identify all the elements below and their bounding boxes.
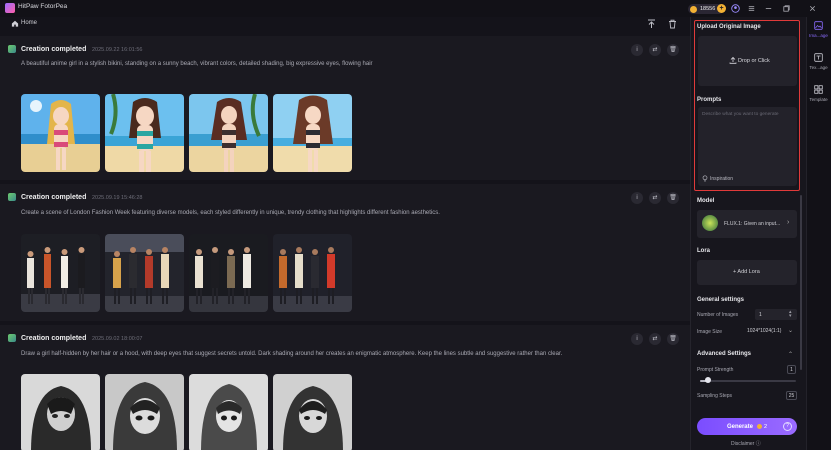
- creation-status: Creation completed: [21, 46, 87, 53]
- home-icon[interactable]: [11, 20, 19, 27]
- upload-icon: [729, 56, 737, 66]
- prompt-textarea[interactable]: [698, 107, 797, 186]
- app-logo-icon: [5, 3, 15, 13]
- user-account-icon[interactable]: [731, 4, 740, 13]
- delete-icon[interactable]: 🗑: [667, 192, 679, 204]
- panel-scrollbar[interactable]: [800, 195, 802, 370]
- breadcrumb: [0, 17, 690, 33]
- general-settings-title: General settings: [697, 297, 745, 303]
- generate-cost: 2: [763, 423, 768, 430]
- result-image[interactable]: [21, 234, 100, 312]
- bulb-icon: [702, 175, 708, 184]
- prompt-placeholder: Describe what you want to generate: [702, 112, 779, 117]
- info-icon[interactable]: ?: [783, 422, 792, 431]
- delete-icon[interactable]: 🗑: [667, 44, 679, 56]
- creation-prompt: Create a scene of London Fashion Week fe…: [21, 210, 440, 216]
- prompt-strength-value[interactable]: 1: [787, 365, 796, 374]
- rail-item-template[interactable]: Template: [806, 85, 831, 102]
- result-image[interactable]: [273, 94, 352, 172]
- text-icon: [806, 53, 831, 64]
- num-images-value: 1: [759, 312, 762, 318]
- regenerate-icon[interactable]: ⇄: [649, 333, 661, 345]
- creation-feed[interactable]: Creation completed 2025.09.22 16:01:56 A…: [0, 33, 690, 450]
- sampling-steps-label: Sampling Steps: [697, 393, 733, 399]
- slider-handle[interactable]: [704, 377, 711, 383]
- image-size-label: Image Size: [697, 329, 723, 335]
- model-title: Model: [697, 198, 715, 204]
- tool-rail: [806, 17, 831, 450]
- regenerate-icon[interactable]: ⇄: [649, 44, 661, 56]
- delete-icon[interactable]: 🗑: [667, 333, 679, 345]
- image-size-select[interactable]: 1024*1024(1:1): [747, 328, 781, 334]
- creation-entry: Creation completed 2025.09.19 15:46:28 C…: [0, 184, 690, 321]
- result-image[interactable]: [21, 94, 100, 172]
- result-image[interactable]: [273, 374, 352, 450]
- lora-title: Lora: [697, 248, 711, 254]
- coin-count: 18556: [700, 6, 716, 12]
- coin-icon: [690, 5, 697, 13]
- menu-icon[interactable]: [747, 4, 756, 13]
- rail-item-text-to-image[interactable]: Tex...age: [806, 53, 831, 70]
- num-images-label: Number of Images: [697, 312, 739, 318]
- delete-all-icon[interactable]: [668, 19, 677, 31]
- app-title: HitPaw FotorPea: [18, 3, 68, 10]
- result-image[interactable]: [273, 234, 352, 312]
- template-icon: [806, 85, 831, 96]
- upload-title: Upload Original Image: [697, 24, 761, 30]
- creation-entry: Creation completed 2025.09.02 18:00:07 D…: [0, 325, 690, 450]
- restore-icon[interactable]: [782, 4, 791, 13]
- inspiration-button[interactable]: Inspiration: [710, 176, 733, 182]
- stepper-arrows-icon[interactable]: ▴ ▾: [789, 310, 792, 319]
- generate-label: Generate: [726, 423, 753, 430]
- chevron-up-icon[interactable]: ⌃: [788, 351, 793, 358]
- result-image[interactable]: [21, 374, 100, 450]
- disclaimer-link[interactable]: Disclaimer ⓘ: [731, 440, 761, 447]
- drop-label: Drop or Click: [738, 58, 770, 64]
- prompt-strength-label: Prompt Strength: [697, 367, 734, 373]
- regenerate-icon[interactable]: ⇄: [649, 192, 661, 204]
- creation-status-icon: [8, 334, 16, 342]
- creation-prompt: Draw a girl half-hidden by her hair or a…: [21, 351, 563, 357]
- creation-status-icon: [8, 193, 16, 201]
- info-icon[interactable]: i: [631, 44, 643, 56]
- creation-time: 2025.09.19 15:46:28: [92, 195, 143, 201]
- info-icon[interactable]: i: [631, 192, 643, 204]
- result-image[interactable]: [189, 374, 268, 450]
- result-image[interactable]: [105, 374, 184, 450]
- result-image[interactable]: [189, 234, 268, 312]
- add-coins-button[interactable]: +: [717, 4, 726, 13]
- sampling-steps-value[interactable]: 25: [786, 391, 797, 400]
- coin-icon: [756, 424, 762, 429]
- add-lora-label: + Add Lora: [733, 269, 760, 275]
- creation-status: Creation completed: [21, 194, 87, 201]
- creation-entry: Creation completed 2025.09.22 16:01:56 A…: [0, 36, 690, 180]
- image-icon: [806, 21, 831, 32]
- close-icon[interactable]: [808, 4, 817, 13]
- creation-status-icon: [8, 45, 16, 53]
- result-image[interactable]: [105, 234, 184, 312]
- result-image[interactable]: [189, 94, 268, 172]
- chevron-down-icon[interactable]: ⌄: [788, 327, 793, 334]
- generate-button[interactable]: Generate 2: [697, 418, 797, 435]
- result-image[interactable]: [105, 94, 184, 172]
- breadcrumb-home[interactable]: Home: [21, 20, 37, 26]
- creation-status: Creation completed: [21, 335, 87, 342]
- creation-time: 2025.09.22 16:01:56: [92, 47, 143, 53]
- model-thumbnail: [702, 215, 718, 231]
- model-name: FLUX.1: Given an input...: [724, 221, 781, 227]
- creation-prompt: A beautiful anime girl in a stylish biki…: [21, 61, 373, 67]
- rail-item-image-to-image[interactable]: Ima...age: [806, 21, 831, 38]
- prompts-title: Prompts: [697, 97, 722, 103]
- creation-time: 2025.09.02 18:00:07: [92, 336, 143, 342]
- minimize-icon[interactable]: [764, 4, 773, 13]
- info-icon[interactable]: i: [631, 333, 643, 345]
- scroll-to-top-icon[interactable]: [647, 19, 656, 31]
- advanced-settings-title[interactable]: Advanced Settings: [697, 351, 751, 357]
- prompt-strength-slider[interactable]: [700, 380, 796, 382]
- chevron-right-icon: ›: [787, 219, 790, 226]
